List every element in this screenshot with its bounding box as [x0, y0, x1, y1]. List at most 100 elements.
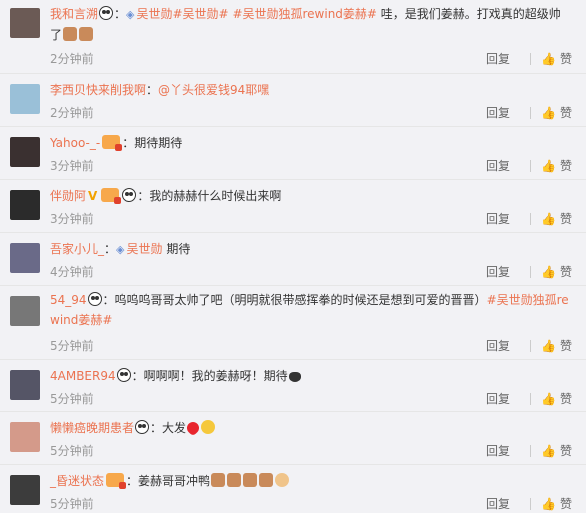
- list-item: 4AMBER94 ：啊啊啊！我的姜赫呀！期待 5分钟前 回复 👍 赞: [0, 360, 586, 412]
- avatar[interactable]: [10, 370, 40, 400]
- comment-body: ：呜呜呜哥哥太帅了吧（明明就很带感挥拳的时候还是想到可爱的晋晋）: [102, 293, 487, 307]
- reply-button[interactable]: 回复: [486, 104, 510, 121]
- reply-button[interactable]: 回复: [486, 157, 510, 174]
- comment-text: 伴勋阿 V ：我的赫赫什么时候出来啊: [50, 186, 572, 206]
- panda-emoji-icon: [135, 420, 150, 434]
- timestamp: 5分钟前: [50, 392, 94, 406]
- like-button[interactable]: 赞: [560, 337, 572, 354]
- timestamp: 4分钟前: [50, 265, 94, 279]
- member-badge-icon: [106, 473, 127, 489]
- thumbs-up-icon[interactable]: 👍: [541, 52, 556, 66]
- thumbs-up-icon[interactable]: 👍: [541, 392, 556, 406]
- topic-link[interactable]: 吴世勋#吴世勋#: [137, 7, 229, 21]
- timestamp: 5分钟前: [50, 444, 94, 458]
- reply-button[interactable]: 回复: [486, 50, 510, 67]
- list-item: Yahoo-_- ：期待期待 3分钟前 回复 👍 赞: [0, 127, 586, 180]
- thumbs-up-icon[interactable]: 👍: [541, 159, 556, 173]
- comment-body: ：期待期待: [122, 136, 183, 150]
- thumbs-up-icon[interactable]: 👍: [541, 265, 556, 279]
- thumbs-up-icon[interactable]: 👍: [541, 444, 556, 458]
- avatar[interactable]: [10, 296, 40, 326]
- comment-text: 懒懒癌晚期患者 ：大发: [50, 418, 572, 438]
- commenter-name[interactable]: 李西贝快来削我啊: [50, 83, 146, 97]
- comment-body: ：我的赫赫什么时候出来啊: [137, 189, 282, 203]
- topic-link[interactable]: 吴世勋: [127, 242, 163, 256]
- emoji-icon: [227, 473, 242, 487]
- comment-text: Yahoo-_- ：期待期待: [50, 133, 572, 153]
- list-item: 54_94 ：呜呜呜哥哥太帅了吧（明明就很带感挥拳的时候还是想到可爱的晋晋）#吴世…: [0, 286, 586, 360]
- commenter-name[interactable]: 我和言溯: [50, 7, 98, 21]
- topic-icon: ◈: [116, 243, 125, 256]
- comment-body: ：啊啊啊！我的姜赫呀！期待: [131, 369, 288, 383]
- comment-text: _昏迷状态 ：姜赫哥哥冲鸭: [50, 471, 572, 491]
- reply-button[interactable]: 回复: [486, 442, 510, 459]
- avatar[interactable]: [10, 475, 40, 505]
- panda-emoji-icon: [116, 368, 131, 382]
- heart-emoji-icon: [184, 419, 202, 437]
- emoji-icon: [243, 473, 258, 487]
- like-button[interactable]: 赞: [560, 442, 572, 459]
- commenter-name[interactable]: 懒懒癌晚期患者: [50, 421, 134, 435]
- scream-emoji-icon: [201, 420, 216, 434]
- comment-text: 吾家小儿_：◈ 吴世勋 期待: [50, 242, 191, 256]
- like-button[interactable]: 赞: [560, 495, 572, 512]
- reply-button[interactable]: 回复: [486, 263, 510, 280]
- like-button[interactable]: 赞: [560, 263, 572, 280]
- like-button[interactable]: 赞: [560, 50, 572, 67]
- timestamp: 2分钟前: [50, 106, 94, 120]
- thumbs-up-icon[interactable]: 👍: [541, 339, 556, 353]
- list-item: 伴勋阿 V ：我的赫赫什么时候出来啊 3分钟前 回复 👍 赞: [0, 180, 586, 233]
- mention-link[interactable]: @丫头很爱钱94耶嘿: [158, 83, 269, 97]
- list-item: 吾家小儿_：◈ 吴世勋 期待 4分钟前 回复 👍 赞: [0, 233, 586, 286]
- like-button[interactable]: 赞: [560, 210, 572, 227]
- commenter-name[interactable]: 4AMBER94: [50, 369, 116, 383]
- thumbs-up-icon[interactable]: 👍: [541, 212, 556, 226]
- commenter-name[interactable]: _昏迷状态: [50, 474, 104, 488]
- like-button[interactable]: 赞: [560, 157, 572, 174]
- reply-button[interactable]: 回复: [486, 210, 510, 227]
- commenter-name[interactable]: 伴勋阿: [50, 189, 86, 203]
- topic-link[interactable]: #吴世勋独孤rewind姜赫#: [229, 7, 377, 21]
- like-button[interactable]: 赞: [560, 390, 572, 407]
- reply-button[interactable]: 回复: [486, 390, 510, 407]
- reply-button[interactable]: 回复: [486, 495, 510, 512]
- avatar[interactable]: [10, 422, 40, 452]
- commenter-name[interactable]: 54_94: [50, 293, 87, 307]
- emoji-icon: [63, 27, 78, 41]
- avatar[interactable]: [10, 243, 40, 273]
- topic-icon: ◈: [126, 8, 135, 21]
- list-item: 我和言溯 ：◈ 吴世勋#吴世勋# #吴世勋独孤rewind姜赫# 哇，是我们姜赫。打…: [0, 0, 586, 74]
- emoji-icon: [259, 473, 274, 487]
- thumbs-up-icon[interactable]: 👍: [541, 497, 556, 511]
- timestamp: 2分钟前: [50, 52, 94, 66]
- panda-emoji-icon: [99, 6, 114, 20]
- timestamp: 3分钟前: [50, 212, 94, 226]
- comment-body: ：姜赫哥哥冲鸭: [126, 474, 211, 488]
- emoji-icon: [79, 27, 94, 41]
- member-badge-icon: [102, 135, 123, 151]
- timestamp: 5分钟前: [50, 339, 94, 353]
- avatar[interactable]: [10, 84, 40, 114]
- emoji-icon: [211, 473, 226, 487]
- avatar[interactable]: [10, 8, 40, 38]
- member-badge-icon: [101, 188, 122, 204]
- list-item: 懒懒癌晚期患者 ：大发 5分钟前 回复 👍 赞: [0, 412, 586, 465]
- list-item: _昏迷状态 ：姜赫哥哥冲鸭 5分钟前 回复 👍 赞: [0, 465, 586, 513]
- panda-emoji-icon: [87, 292, 102, 306]
- thumbs-up-icon[interactable]: 👍: [541, 106, 556, 120]
- comment-list: 我和言溯 ：◈ 吴世勋#吴世勋# #吴世勋独孤rewind姜赫# 哇，是我们姜赫。打…: [0, 0, 586, 513]
- fist-emoji-icon: [275, 473, 290, 487]
- reply-button[interactable]: 回复: [486, 337, 510, 354]
- commenter-name[interactable]: 吾家小儿_: [50, 242, 104, 256]
- comment-body: ：大发: [150, 421, 187, 435]
- comment-text: 我和言溯 ：◈ 吴世勋#吴世勋# #吴世勋独孤rewind姜赫# 哇，是我们姜赫。打…: [50, 6, 561, 42]
- comment-text: 李西贝快来削我啊：@丫头很爱钱94耶嘿: [50, 83, 270, 97]
- like-button[interactable]: 赞: [560, 104, 572, 121]
- butterfly-emoji-icon: [288, 372, 301, 382]
- avatar[interactable]: [10, 190, 40, 220]
- timestamp: 5分钟前: [50, 497, 94, 511]
- panda-emoji-icon: [122, 188, 137, 202]
- commenter-name[interactable]: Yahoo-_-: [50, 136, 100, 150]
- avatar[interactable]: [10, 137, 40, 167]
- vip-icon: V: [88, 189, 98, 203]
